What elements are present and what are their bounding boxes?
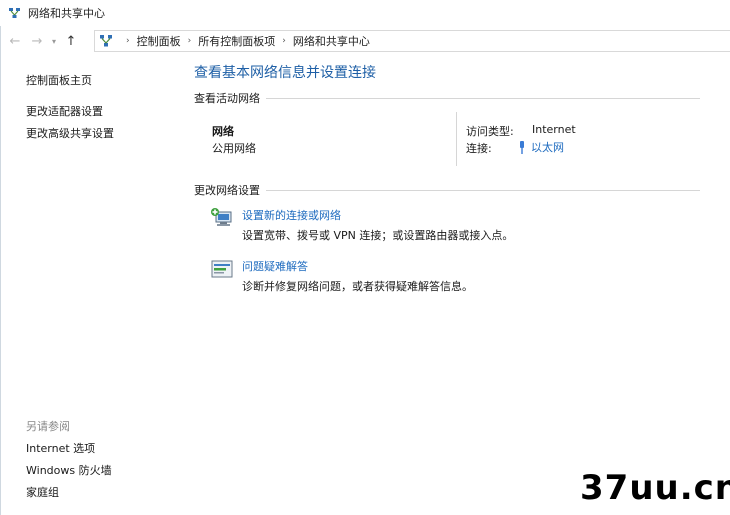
breadcrumb-network-center[interactable]: 网络和共享中心 — [293, 33, 370, 49]
network-center-icon — [9, 7, 20, 18]
active-networks-header: 查看活动网络 — [194, 91, 700, 105]
troubleshoot-link[interactable]: 问题疑难解答 — [242, 258, 308, 274]
chevron-right-icon: › — [187, 36, 192, 46]
sidebar-item-firewall[interactable]: Windows 防火墙 — [26, 462, 112, 478]
change-settings-header: 更改网络设置 — [194, 183, 700, 197]
network-name: 网络 — [212, 125, 234, 138]
chevron-right-icon: › — [126, 36, 130, 46]
chevron-right-icon: › — [282, 36, 286, 46]
sidebar-item-control-panel-home[interactable]: 控制面板主页 — [26, 72, 92, 88]
sidebar: 控制面板主页 更改适配器设置 更改高级共享设置 另请参阅 Internet 选项… — [0, 56, 180, 515]
forward-arrow-icon[interactable]: → — [26, 30, 48, 52]
recent-dropdown-icon[interactable]: ▾ — [48, 30, 60, 52]
page-title: 查看基本网络信息并设置连接 — [194, 65, 376, 81]
control-panel-icon — [100, 35, 112, 47]
setup-connection-desc: 设置宽带、拨号或 VPN 连接；或设置路由器或接入点。 — [242, 229, 514, 242]
see-also-heading: 另请参阅 — [26, 420, 70, 433]
up-arrow-icon[interactable]: ↑ — [60, 30, 82, 52]
window-title: 网络和共享中心 — [28, 7, 105, 20]
sidebar-item-advanced-sharing[interactable]: 更改高级共享设置 — [26, 125, 114, 141]
troubleshoot-icon — [211, 260, 233, 278]
sidebar-item-homegroup[interactable]: 家庭组 — [26, 484, 59, 500]
back-arrow-icon[interactable]: ← — [4, 30, 26, 52]
sidebar-item-change-adapter[interactable]: 更改适配器设置 — [26, 103, 103, 119]
watermark-text: 37uu.cn — [580, 468, 730, 508]
address-bar: ← → ▾ ↑ › 控制面板 › 所有控制面板项 › 网络和共享中心 — [0, 30, 730, 52]
access-type-label: 访问类型: — [466, 125, 514, 138]
section-label: 查看活动网络 — [194, 92, 260, 105]
connection-value[interactable]: 以太网 — [531, 139, 564, 155]
breadcrumb-control-panel[interactable]: 控制面板 — [137, 33, 181, 49]
sidebar-item-internet-options[interactable]: Internet 选项 — [26, 440, 95, 456]
access-type-value: Internet — [532, 123, 576, 136]
troubleshoot-desc: 诊断并修复网络问题，或者获得疑难解答信息。 — [242, 280, 473, 293]
divider — [266, 97, 700, 99]
new-connection-icon — [211, 208, 232, 226]
divider — [266, 189, 700, 191]
network-type-link: 公用网络 — [212, 142, 256, 155]
connection-label: 连接: — [466, 142, 492, 155]
section-label: 更改网络设置 — [194, 184, 260, 197]
ethernet-link[interactable]: 以太网 — [518, 139, 564, 155]
breadcrumb[interactable]: › 控制面板 › 所有控制面板项 › 网络和共享中心 — [94, 30, 730, 52]
ethernet-icon — [520, 140, 524, 154]
setup-connection-link[interactable]: 设置新的连接或网络 — [242, 207, 341, 223]
breadcrumb-all-items[interactable]: 所有控制面板项 — [198, 33, 275, 49]
title-bar: 网络和共享中心 — [0, 0, 730, 26]
vertical-divider — [456, 112, 457, 166]
